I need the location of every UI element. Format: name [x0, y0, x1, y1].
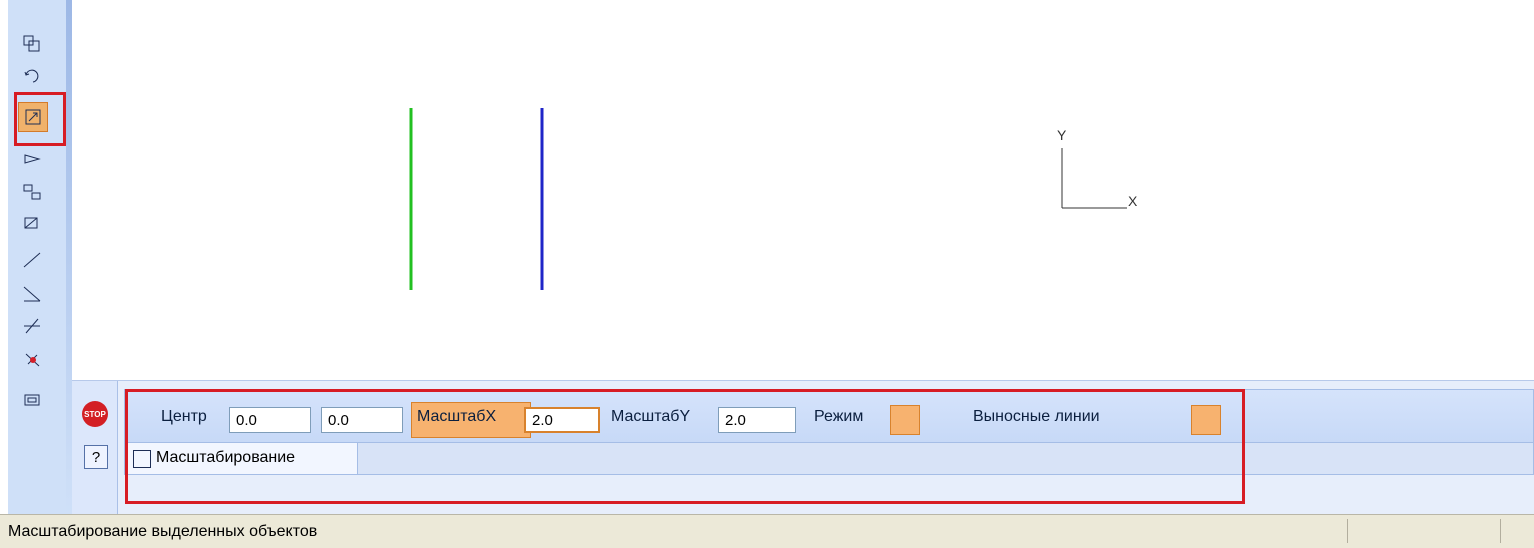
mirror-icon[interactable]: [18, 146, 46, 174]
x-axis-label: X: [1128, 193, 1138, 209]
canvas-drawing: Y X: [409, 108, 1138, 290]
status-divider: [1347, 519, 1348, 543]
array-copy-icon[interactable]: [18, 178, 46, 206]
split-icon[interactable]: [18, 312, 46, 340]
stop-icon[interactable]: STOP: [82, 401, 108, 427]
active-tool-highlight: [14, 92, 66, 146]
status-divider-2: [1500, 519, 1501, 543]
break-curve-icon[interactable]: [18, 246, 46, 274]
help-icon[interactable]: ?: [84, 445, 108, 469]
trim-icon[interactable]: [18, 280, 46, 308]
rotate-icon[interactable]: [18, 62, 46, 90]
property-panel-highlight: [125, 389, 1245, 504]
status-bar: Масштабирование выделенных объектов: [0, 514, 1534, 548]
delete-part-icon[interactable]: [18, 346, 46, 374]
copy-transform-icon[interactable]: [18, 30, 46, 58]
equidistant-icon[interactable]: [18, 386, 46, 414]
status-text: Масштабирование выделенных объектов: [8, 523, 318, 540]
panel-side-controls: STOP ?: [72, 381, 118, 515]
deform-icon[interactable]: [18, 210, 46, 238]
drawing-canvas[interactable]: Y X: [72, 0, 1534, 380]
y-axis-label: Y: [1057, 127, 1067, 143]
left-edit-toolbar: [8, 0, 72, 514]
